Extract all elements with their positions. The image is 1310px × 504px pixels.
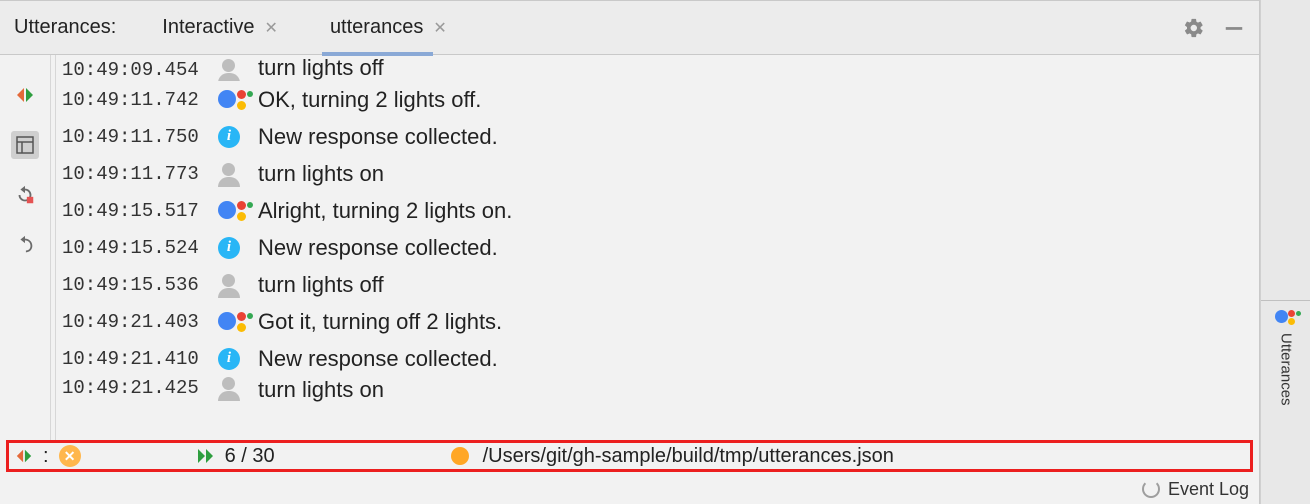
tab-label: Interactive [162,16,254,39]
log-timestamp: 10:49:11.773 [62,163,218,185]
assistant-icon [1275,309,1297,327]
log-row: 10:49:21.425 turn lights on [62,377,1259,407]
log-timestamp: 10:49:21.410 [62,348,218,370]
close-icon[interactable]: ✕ [433,18,446,38]
log-message: New response collected. [258,124,1259,150]
tab-interactive[interactable]: Interactive ✕ [156,1,284,55]
log-message: turn lights on [258,377,1259,403]
log-row: 10:49:11.773 turn lights on [62,155,1259,192]
spinner-icon [1142,480,1160,498]
log-message: Alright, turning 2 lights on. [258,198,1259,224]
log-message: Got it, turning off 2 lights. [258,309,1259,335]
log-row: 10:49:15.536 turn lights off [62,266,1259,303]
right-sidebar: Utterances [1260,0,1310,504]
status-bar: : ✕ 6 / 30 /Users/git/gh-sample/build/tm… [6,440,1253,472]
log-message: New response collected. [258,235,1259,261]
tool-strip [0,55,50,440]
restart-icon[interactable] [11,181,39,209]
log-row: 10:49:15.524i New response collected. [62,229,1259,266]
info-icon: i [218,348,240,370]
panel-title: Utterances: [14,16,116,39]
cancel-icon[interactable]: ✕ [59,445,81,467]
run-indicator-icon[interactable] [15,447,33,465]
log-message: turn lights off [258,272,1259,298]
run-stop-icon[interactable] [11,81,39,109]
fast-forward-icon[interactable] [197,448,217,464]
log-message: turn lights off [258,57,1259,81]
log-row: 10:49:09.454 turn lights off [62,57,1259,81]
status-dot-icon [451,447,469,465]
status-colon: : [43,445,49,468]
undo-icon[interactable] [11,231,39,259]
tabs: Interactive ✕ utterances ✕ [156,1,1183,55]
close-icon[interactable]: ✕ [265,18,278,38]
tab-utterances[interactable]: utterances ✕ [324,1,453,55]
panel-header: Utterances: Interactive ✕ utterances ✕ [0,0,1259,55]
gear-icon[interactable] [1183,17,1205,39]
event-log-link[interactable]: Event Log [1168,479,1249,500]
user-icon [218,377,240,399]
log-message: turn lights on [258,161,1259,187]
tab-label: utterances [330,16,423,39]
log-row: 10:49:21.403 Got it, turning off 2 lights… [62,303,1259,340]
minimize-icon[interactable] [1223,17,1245,39]
sidebar-tab-utterances[interactable]: Utterances [1261,300,1310,406]
log-timestamp: 10:49:15.536 [62,274,218,296]
log-timestamp: 10:49:15.517 [62,200,218,222]
layout-icon[interactable] [11,131,39,159]
log-timestamp: 10:49:11.750 [62,126,218,148]
log-row: 10:49:11.742 OK, turning 2 lights off. [62,81,1259,118]
info-icon: i [218,237,240,259]
log-message: New response collected. [258,346,1259,372]
log-row: 10:49:15.517 Alright, turning 2 lights on… [62,192,1259,229]
log-timestamp: 10:49:09.454 [62,59,218,81]
sidebar-tab-label: Utterances [1278,333,1295,406]
status-progress: 6 / 30 [225,445,275,468]
log-row: 10:49:11.750i New response collected. [62,118,1259,155]
info-icon: i [218,126,240,148]
log-timestamp: 10:49:15.524 [62,237,218,259]
log-message: OK, turning 2 lights off. [258,87,1259,113]
user-icon [218,59,240,81]
assistant-icon [218,310,248,334]
user-icon [218,163,240,185]
log-row: 10:49:21.410i New response collected. [62,340,1259,377]
assistant-icon [218,88,248,112]
assistant-icon [218,199,248,223]
log-panel[interactable]: 10:49:09.454 turn lights off 10:49:11.742 O… [56,55,1259,440]
log-timestamp: 10:49:21.425 [62,377,218,399]
user-icon [218,274,240,296]
log-timestamp: 10:49:21.403 [62,311,218,333]
status-path: /Users/git/gh-sample/build/tmp/utterance… [483,445,894,468]
ide-footer: Event Log [0,474,1259,504]
log-timestamp: 10:49:11.742 [62,89,218,111]
